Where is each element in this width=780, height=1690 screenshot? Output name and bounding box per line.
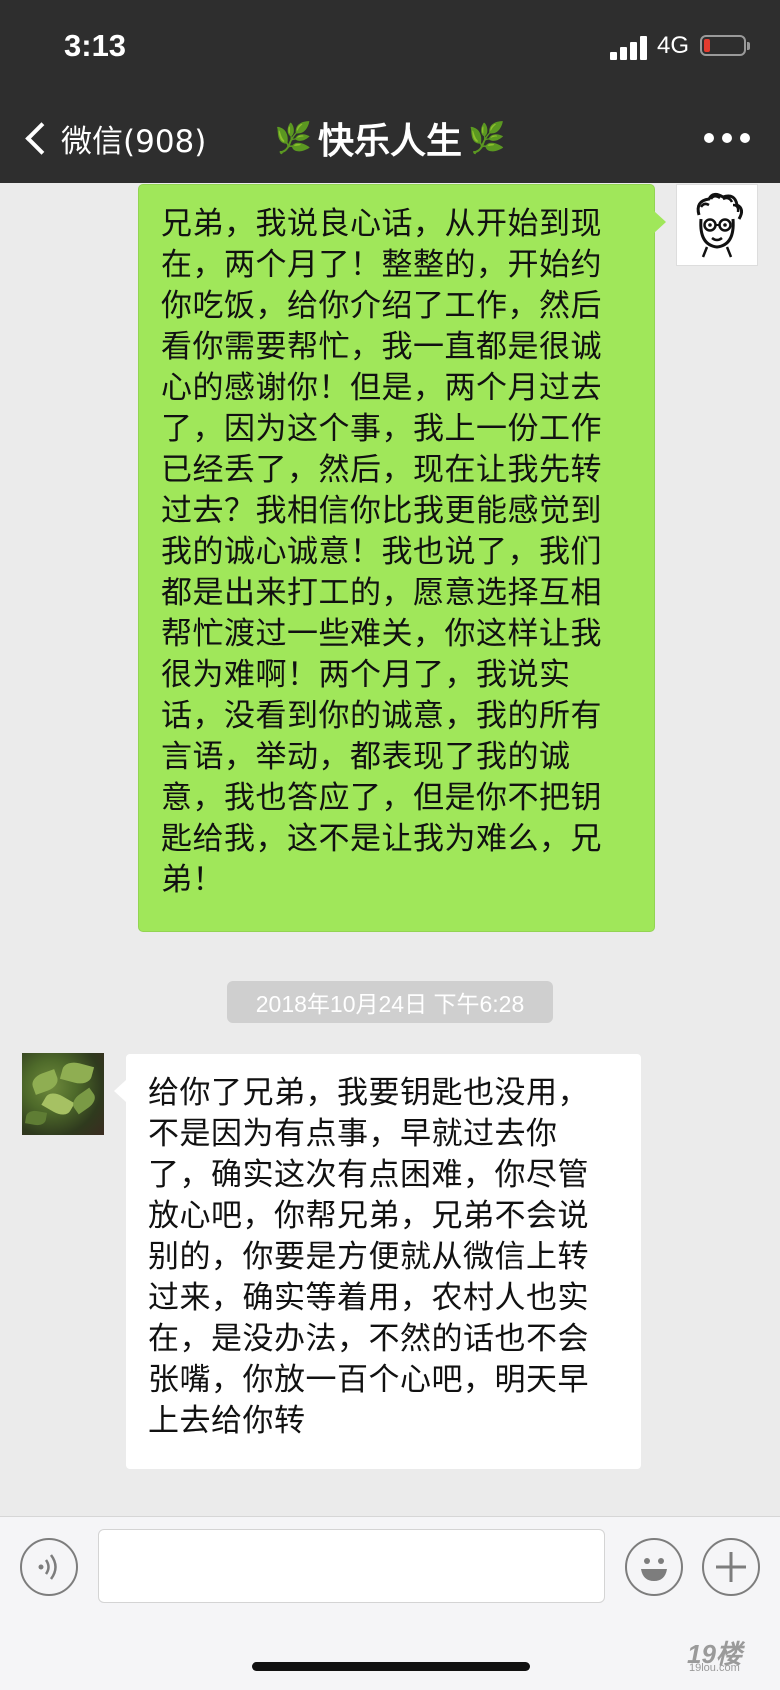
emoji-button[interactable] <box>625 1538 683 1596</box>
dot <box>722 133 732 143</box>
message-line: 帮忙渡过一些难关，你这样让我 <box>161 616 602 652</box>
message-line: 了，确实这次有点困难，你尽管 <box>148 1157 589 1193</box>
home-indicator[interactable] <box>252 1662 530 1671</box>
message-line: 弟！ <box>161 862 224 898</box>
message-line: 上去给你转 <box>148 1403 306 1439</box>
voice-button[interactable] <box>20 1538 78 1596</box>
message-line: 别的，你要是方便就从微信上转 <box>148 1239 589 1275</box>
chat-title: 🌿 快乐人生 🌿 <box>0 110 780 166</box>
message-input[interactable] <box>98 1529 605 1603</box>
network-type: 4G <box>657 32 690 59</box>
cartoon-face-icon <box>696 192 744 258</box>
plus-icon <box>716 1552 746 1582</box>
more-options-button[interactable] <box>704 124 750 152</box>
leaf-icon: 🌿 <box>274 120 312 156</box>
leaf-icon: 🌿 <box>468 120 506 156</box>
message-line: 在，两个月了！整整的，开始约 <box>161 247 602 283</box>
message-timestamp: 2018年10月24日 下午6:28 <box>227 981 553 1023</box>
message-line: 张嘴，你放一百个心吧，明天早 <box>148 1362 589 1398</box>
battery-level <box>704 39 710 52</box>
received-message-bubble[interactable]: 给你了兄弟，我要钥匙也没用， 不是因为有点事，早就过去你 了，确实这次有点困难，… <box>114 1053 642 1470</box>
top-bar: 3:13 4G 微信(908) 🌿 快乐人生 🌿 <box>0 0 780 183</box>
message-line: 意，我也答应了，但是你不把钥 <box>161 780 602 816</box>
message-line: 都是出来打工的，愿意选择互相 <box>161 575 602 611</box>
message-line: 兄弟，我说良心话，从开始到现 <box>161 206 602 242</box>
message-line: 已经丢了，然后，现在让我先转 <box>161 452 602 488</box>
status-time: 3:13 <box>64 28 127 63</box>
message-line: 在，是没办法，不然的话也不会 <box>148 1321 589 1357</box>
sent-message-bubble[interactable]: 兄弟，我说良心话，从开始到现 在，两个月了！整整的，开始约 你吃饭，给你介绍了工… <box>138 184 666 932</box>
message-line: 很为难啊！两个月了，我说实 <box>161 657 571 693</box>
message-line: 过去？我相信你比我更能感觉到 <box>161 493 602 529</box>
watermark-logo: 19楼 19lou.com <box>687 1634 742 1674</box>
message-line: 我的诚心诚意！我也说了，我们 <box>161 534 602 570</box>
message-line: 心的感谢你！但是，两个月过去 <box>161 370 602 406</box>
emoji-icon <box>641 1558 667 1581</box>
more-functions-button[interactable] <box>702 1538 760 1596</box>
message-line: 你吃饭，给你介绍了工作，然后 <box>161 288 602 324</box>
message-line: 看你需要帮忙，我一直都是很诚 <box>161 329 602 365</box>
watermark-sub: 19lou.com <box>689 1662 740 1674</box>
message-line: 匙给我，这不是让我为难么，兄 <box>161 821 602 857</box>
message-line: 言语，举动，都表现了我的诚 <box>161 739 571 775</box>
dot <box>704 133 714 143</box>
battery-icon <box>700 35 750 56</box>
message-line: 了，因为这个事，我上一份工作 <box>161 411 602 447</box>
my-avatar[interactable] <box>676 184 758 266</box>
message-line: 话，没看到你的诚意，我的所有 <box>161 698 602 734</box>
message-line: 给你了兄弟，我要钥匙也没用， <box>148 1075 589 1111</box>
message-line: 放心吧，你帮兄弟，兄弟不会说 <box>148 1198 589 1234</box>
chat-title-text: 快乐人生 <box>317 121 462 162</box>
dot <box>740 133 750 143</box>
voice-icon <box>38 1554 57 1580</box>
signal-strength-icon <box>610 36 650 60</box>
message-line: 不是因为有点事，早就过去你 <box>148 1116 558 1152</box>
message-line: 过来，确实等着用，农村人也实 <box>148 1280 589 1316</box>
contact-avatar[interactable] <box>22 1053 104 1135</box>
